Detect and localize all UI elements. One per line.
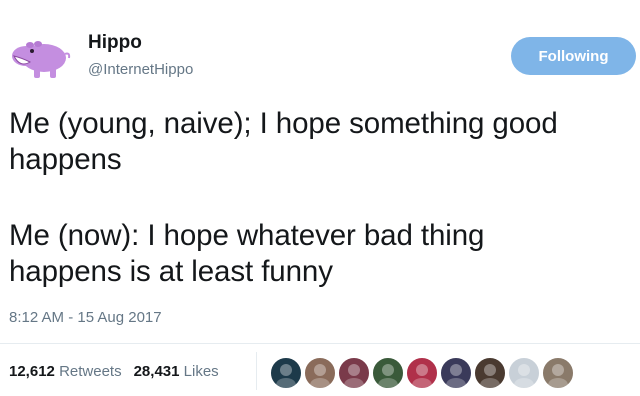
- likes-stat[interactable]: 28,431 Likes: [134, 363, 219, 380]
- tweet-card: Hippo @InternetHippo Following Me (young…: [0, 0, 640, 396]
- likes-count: 28,431: [133, 363, 180, 380]
- liker-avatar-icon[interactable]: [304, 357, 336, 389]
- hippo-avatar-icon[interactable]: [10, 34, 72, 84]
- liker-avatar-icon[interactable]: [542, 357, 574, 389]
- stats-separator: [256, 352, 257, 390]
- tweet-text-line: Me (now): I hope whatever bad thing: [9, 219, 485, 252]
- likes-label: Likes: [183, 363, 219, 380]
- tweet-header: Hippo @InternetHippo Following: [10, 28, 636, 88]
- retweets-label: Retweets: [59, 363, 122, 380]
- liker-avatar-icon[interactable]: [270, 357, 302, 389]
- retweets-count: 12,612: [9, 363, 55, 380]
- liker-avatar-icon[interactable]: [338, 357, 370, 389]
- tweet-stats: 12,612 Retweets 28,431 Likes: [9, 362, 219, 382]
- tweet-timestamp[interactable]: 8:12 AM - 15 Aug 2017: [9, 308, 162, 328]
- retweets-stat[interactable]: 12,612 Retweets: [9, 363, 122, 380]
- following-button[interactable]: Following: [511, 37, 636, 75]
- divider: [0, 343, 640, 344]
- tweet-text-line: happens is at least funny: [9, 255, 333, 288]
- liker-avatar-icon[interactable]: [406, 357, 438, 389]
- author-names: Hippo @InternetHippo: [88, 32, 193, 80]
- liker-avatar-icon[interactable]: [508, 357, 540, 389]
- tweet-text-line: Me (young, naive); I hope something good: [9, 107, 558, 140]
- tweet-text-line: happens: [9, 143, 122, 176]
- liker-avatar-icon[interactable]: [372, 357, 404, 389]
- tweet-text-paragraph-1: Me (young, naive); I hope something good…: [9, 106, 558, 178]
- author-handle[interactable]: @InternetHippo: [88, 60, 193, 80]
- author-display-name[interactable]: Hippo: [88, 32, 193, 54]
- liker-avatar-icon[interactable]: [440, 357, 472, 389]
- liker-avatar-icon[interactable]: [474, 357, 506, 389]
- tweet-text-paragraph-2: Me (now): I hope whatever bad thing happ…: [9, 218, 484, 290]
